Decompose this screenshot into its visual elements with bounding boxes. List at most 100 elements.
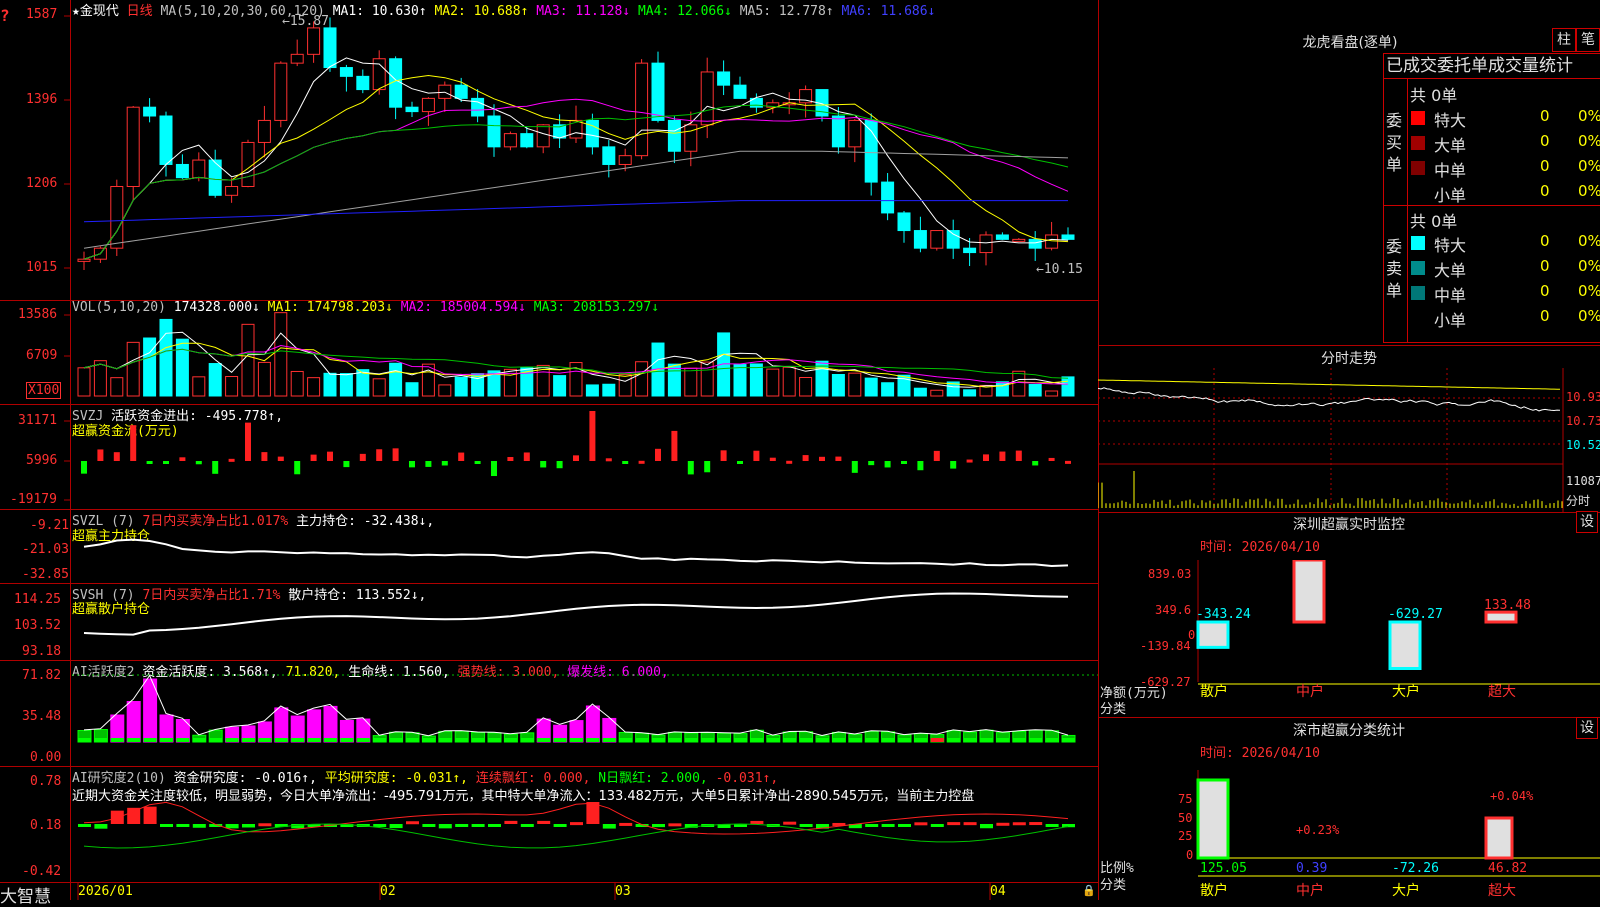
research-bar <box>455 824 469 827</box>
lock-icon[interactable]: 🔒 <box>1082 884 1096 897</box>
sell-label: 委卖单 <box>1386 237 1403 300</box>
classify-settings-button[interactable]: 设 <box>1576 717 1598 739</box>
y-tick: 10.93 <box>1566 390 1600 404</box>
volume-bar <box>684 367 698 397</box>
longhu-header: 已成交委托单成交量统计 <box>1383 53 1600 79</box>
research-bar <box>422 824 436 827</box>
flow-bar <box>605 458 612 462</box>
flow-bar <box>441 461 448 466</box>
longhu-title: 龙虎看盘(逐单) <box>1302 35 1398 51</box>
monitor-bar <box>1484 610 1518 624</box>
volume-chart <box>77 312 1075 397</box>
sell-row-swatch <box>1411 236 1425 250</box>
flow-bar <box>851 461 858 473</box>
buy-row-pct: 0% <box>1578 132 1600 150</box>
classify-value: 46.82 <box>1488 861 1527 876</box>
sell-row-pct: 0% <box>1578 307 1600 325</box>
activity-base <box>848 738 862 742</box>
candle <box>1061 234 1075 240</box>
activity-base <box>209 738 223 742</box>
bar-mode-button[interactable]: 柱 <box>1552 28 1576 52</box>
flow-bar <box>819 456 825 461</box>
volume-bar <box>110 377 124 397</box>
research-bar <box>176 824 190 827</box>
flow-bar <box>195 461 202 465</box>
sell-row-name: 大单 <box>1434 261 1467 280</box>
research-bar <box>160 824 173 827</box>
candle <box>421 97 435 113</box>
svzj-chart <box>81 411 1071 477</box>
research-bar <box>1045 824 1059 827</box>
pen-mode-button[interactable]: 笔 <box>1576 28 1600 52</box>
volume-bar <box>635 361 649 397</box>
candle <box>192 159 206 179</box>
longhu-divider <box>1383 205 1600 206</box>
activity-bar <box>323 705 338 743</box>
activity-base <box>307 738 321 742</box>
candle <box>1045 234 1059 249</box>
monitor-bar <box>1388 620 1422 670</box>
activity-bar <box>585 705 600 743</box>
activity-base <box>78 738 91 742</box>
research-bar <box>930 824 944 827</box>
activity-base <box>406 738 419 742</box>
activity-base <box>570 738 583 742</box>
sell-row-count: 0 <box>1540 232 1550 250</box>
candle <box>651 62 665 121</box>
monitor-category: 大户 <box>1392 683 1420 700</box>
volume-bar <box>963 389 977 397</box>
flow-bar <box>737 461 743 464</box>
flow-bar <box>884 461 891 468</box>
classify-title: 深市超赢分类统计 <box>1293 723 1405 739</box>
volume-bar <box>1012 370 1026 397</box>
volume-bar <box>290 370 304 397</box>
research-bar <box>980 824 993 829</box>
volume-bar <box>143 337 157 397</box>
candle <box>175 163 189 179</box>
flow-bar <box>999 451 1006 461</box>
research-bar <box>553 824 567 827</box>
candle <box>963 247 977 254</box>
volume-bar <box>175 338 189 397</box>
volume-bar <box>77 367 91 397</box>
flow-bar <box>376 449 383 461</box>
y-tick: 10.52 <box>1566 438 1600 452</box>
buy-label: 委买单 <box>1386 111 1403 174</box>
activity-base <box>471 738 485 742</box>
flow-bar <box>769 457 776 461</box>
research-bar <box>602 824 616 829</box>
activity-base <box>832 738 846 742</box>
activity-base <box>980 738 993 742</box>
candle <box>257 119 271 143</box>
activity-base <box>537 738 551 742</box>
buy-row-count: 0 <box>1540 107 1550 125</box>
candle <box>536 124 550 148</box>
candle <box>848 119 862 148</box>
flow-bar <box>917 461 924 471</box>
research-bar <box>570 822 583 826</box>
flow-bar <box>720 450 727 461</box>
activity-base <box>996 738 1010 742</box>
buy-row-name: 中单 <box>1434 161 1467 180</box>
flow-bar <box>327 451 333 461</box>
volume-bar <box>913 387 927 397</box>
activity-base <box>619 738 633 742</box>
flow-bar <box>655 448 661 461</box>
flow-bar <box>425 461 432 467</box>
research-bar <box>865 824 879 827</box>
buy-row-name: 大单 <box>1434 136 1467 155</box>
candle <box>684 124 698 152</box>
volume-bar <box>553 375 567 397</box>
flow-bar <box>901 461 907 464</box>
flow-bar <box>491 461 497 477</box>
buy-row-name: 特大 <box>1434 111 1467 130</box>
flow-bar <box>245 422 251 461</box>
sell-row-name: 特大 <box>1434 236 1467 255</box>
monitor-settings-button[interactable]: 设 <box>1576 511 1598 533</box>
activity-base <box>1029 738 1043 742</box>
buy-row-swatch <box>1411 186 1425 200</box>
activity-base <box>734 738 747 742</box>
research-bar <box>898 824 911 827</box>
flow-bar <box>310 454 317 461</box>
classify-annotation: +0.04% <box>1490 789 1534 803</box>
